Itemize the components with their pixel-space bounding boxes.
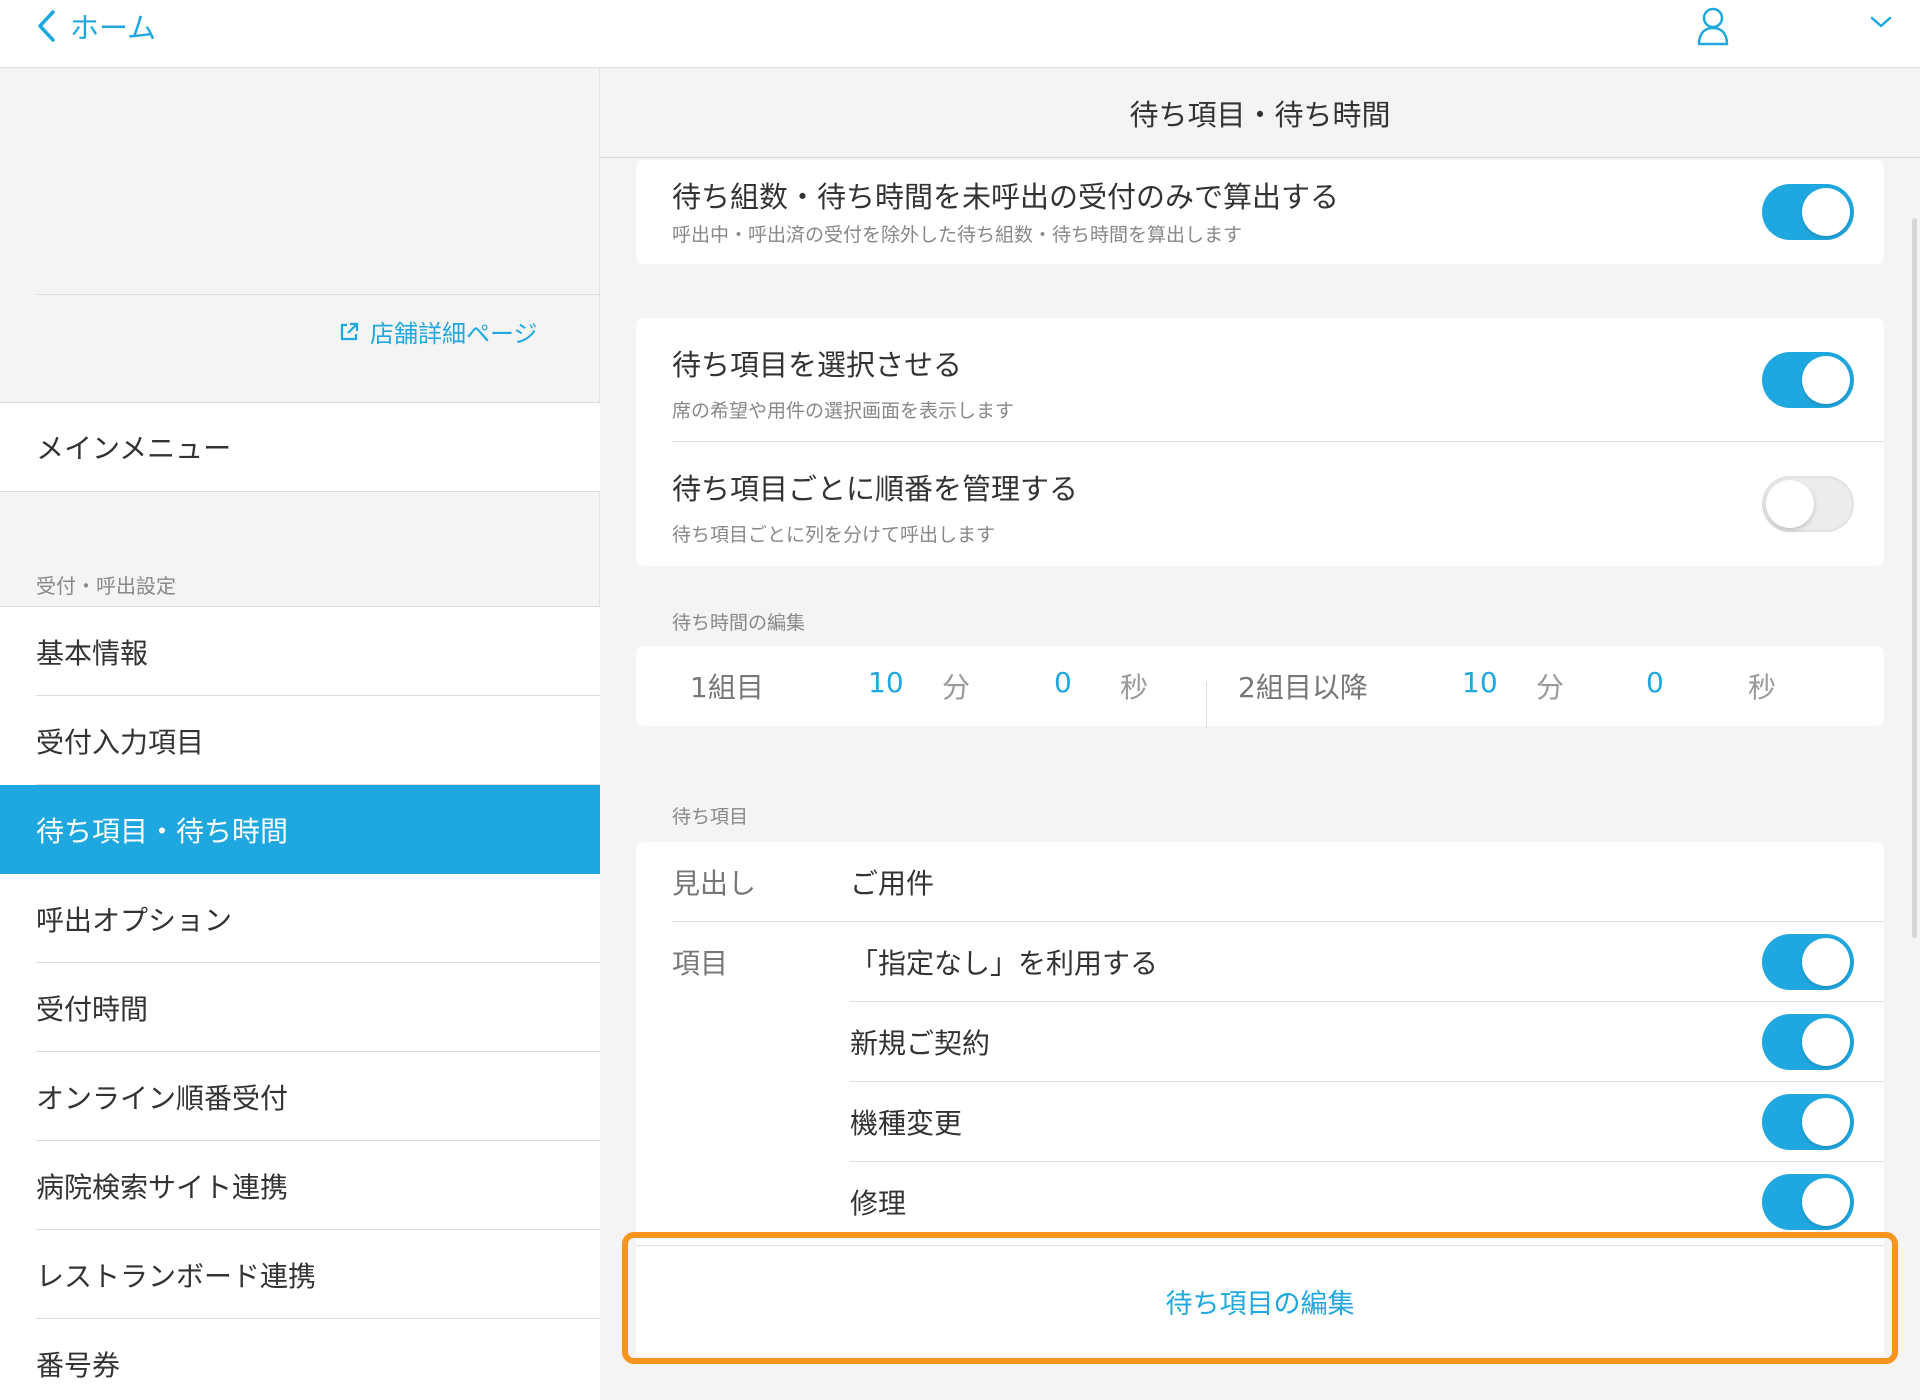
setting-title: 待ち組数・待ち時間を未呼出の受付のみで算出する: [672, 180, 1340, 214]
minutes-unit: 分: [942, 671, 971, 704]
second-minutes-value[interactable]: 10: [1462, 666, 1498, 699]
heading-value[interactable]: ご用件: [850, 862, 934, 902]
sidebar-item[interactable]: レストランボード連携: [0, 1230, 600, 1319]
toggle-switch[interactable]: [1762, 934, 1854, 990]
page-title: 待ち項目・待ち時間: [600, 68, 1920, 158]
toggle-switch[interactable]: [1762, 352, 1854, 408]
chevron-down-icon[interactable]: [1870, 14, 1892, 33]
sidebar-item[interactable]: 受付入力項目: [0, 696, 600, 785]
wait-item-label: 修理: [850, 1187, 907, 1220]
wait-item-label: 新規ご契約: [850, 1027, 991, 1060]
store-detail-link[interactable]: 店舗詳細ページ: [338, 314, 538, 349]
back-label: ホーム: [70, 11, 157, 45]
sidebar-divider: [36, 294, 600, 295]
wait-time-divider: [1206, 682, 1207, 728]
wait-item-label: 「指定なし」を利用する: [850, 947, 1159, 980]
wait-items-card: 見出し ご用件 項目 「指定なし」を利用する 新規ご契約 機種変更 修理: [636, 842, 1884, 1246]
seconds-unit: 秒: [1748, 671, 1777, 704]
setting-title: 待ち項目ごとに順番を管理する: [672, 472, 1079, 506]
highlight-frame: [622, 1232, 1898, 1364]
heading-row: 見出し ご用件: [636, 842, 1884, 922]
wait-item-row: 新規ご契約: [636, 1002, 1884, 1082]
calc-settings-card: 待ち組数・待ち時間を未呼出の受付のみで算出する 呼出中・呼出済の受付を除外した待…: [636, 160, 1884, 264]
setting-title: 待ち項目を選択させる: [672, 348, 963, 382]
minutes-unit: 分: [1536, 671, 1565, 704]
setting-row: 待ち項目を選択させる 席の希望や用件の選択画面を表示します: [636, 318, 1884, 442]
toggle-switch[interactable]: [1762, 1094, 1854, 1150]
wait-time-card: 1組目 10 分 0 秒 2組目以降 10 分 0 秒: [636, 646, 1884, 728]
sidebar: 店舗詳細ページ メインメニュー 受付・呼出設定 基本情報 受付入力項目 待ち項目・待…: [0, 68, 600, 1400]
toggle-switch[interactable]: [1762, 184, 1854, 240]
wait-item-settings-card: 待ち項目を選択させる 席の希望や用件の選択画面を表示します 待ち項目ごとに順番を…: [636, 318, 1884, 566]
toggle-switch[interactable]: [1762, 476, 1854, 532]
first-minutes-value[interactable]: 10: [868, 666, 904, 699]
setting-row: 待ち項目ごとに順番を管理する 待ち項目ごとに列を分けて呼出します: [636, 442, 1884, 566]
sidebar-item[interactable]: オンライン順番受付: [0, 1052, 600, 1141]
first-seconds-value[interactable]: 0: [1054, 666, 1072, 699]
second-group-label: 2組目以降: [1238, 671, 1368, 704]
top-bar: ホーム: [0, 0, 1920, 68]
wait-item-row: 機種変更: [636, 1082, 1884, 1162]
setting-desc: 席の希望や用件の選択画面を表示します: [672, 400, 1015, 422]
sidebar-item[interactable]: 番号券: [0, 1319, 600, 1400]
back-button[interactable]: ホーム: [36, 4, 156, 48]
wait-time-label: 待ち時間の編集: [672, 612, 806, 634]
section-label: 受付・呼出設定: [36, 574, 176, 598]
store-detail-label: 店舗詳細ページ: [370, 320, 538, 348]
wait-item-row: 「指定なし」を利用する: [636, 922, 1884, 1002]
wait-item-label: 機種変更: [850, 1107, 963, 1140]
main-menu-item[interactable]: メインメニュー: [0, 402, 600, 492]
sidebar-item[interactable]: 受付時間: [0, 963, 600, 1052]
scrollbar[interactable]: [1912, 218, 1917, 938]
sidebar-item[interactable]: 病院検索サイト連携: [0, 1141, 600, 1230]
toggle-switch[interactable]: [1762, 1174, 1854, 1230]
second-seconds-value[interactable]: 0: [1646, 666, 1664, 699]
chevron-left-icon: [38, 10, 55, 42]
wait-items-label: 待ち項目: [672, 806, 749, 828]
main-panel: 待ち項目・待ち時間 待ち組数・待ち時間を未呼出の受付のみで算出する 呼出中・呼出…: [600, 68, 1920, 1400]
first-group-label: 1組目: [690, 671, 764, 704]
sidebar-item[interactable]: 呼出オプション: [0, 874, 600, 963]
external-link-icon: [340, 322, 359, 340]
sidebar-item[interactable]: 基本情報: [0, 607, 600, 696]
seconds-unit: 秒: [1120, 671, 1149, 704]
setting-desc: 呼出中・呼出済の受付を除外した待ち組数・待ち時間を算出します: [672, 224, 1243, 246]
user-icon[interactable]: [1696, 6, 1730, 50]
sidebar-item[interactable]: 待ち項目・待ち時間: [0, 785, 600, 874]
toggle-switch[interactable]: [1762, 1014, 1854, 1070]
sidebar-nav: 基本情報 受付入力項目 待ち項目・待ち時間 呼出オプション 受付時間 オンライン順番受付病…: [0, 606, 600, 1400]
heading-label: 見出し: [672, 867, 757, 900]
setting-desc: 待ち項目ごとに列を分けて呼出します: [672, 524, 996, 546]
setting-row: 待ち組数・待ち時間を未呼出の受付のみで算出する 呼出中・呼出済の受付を除外した待…: [636, 160, 1884, 264]
